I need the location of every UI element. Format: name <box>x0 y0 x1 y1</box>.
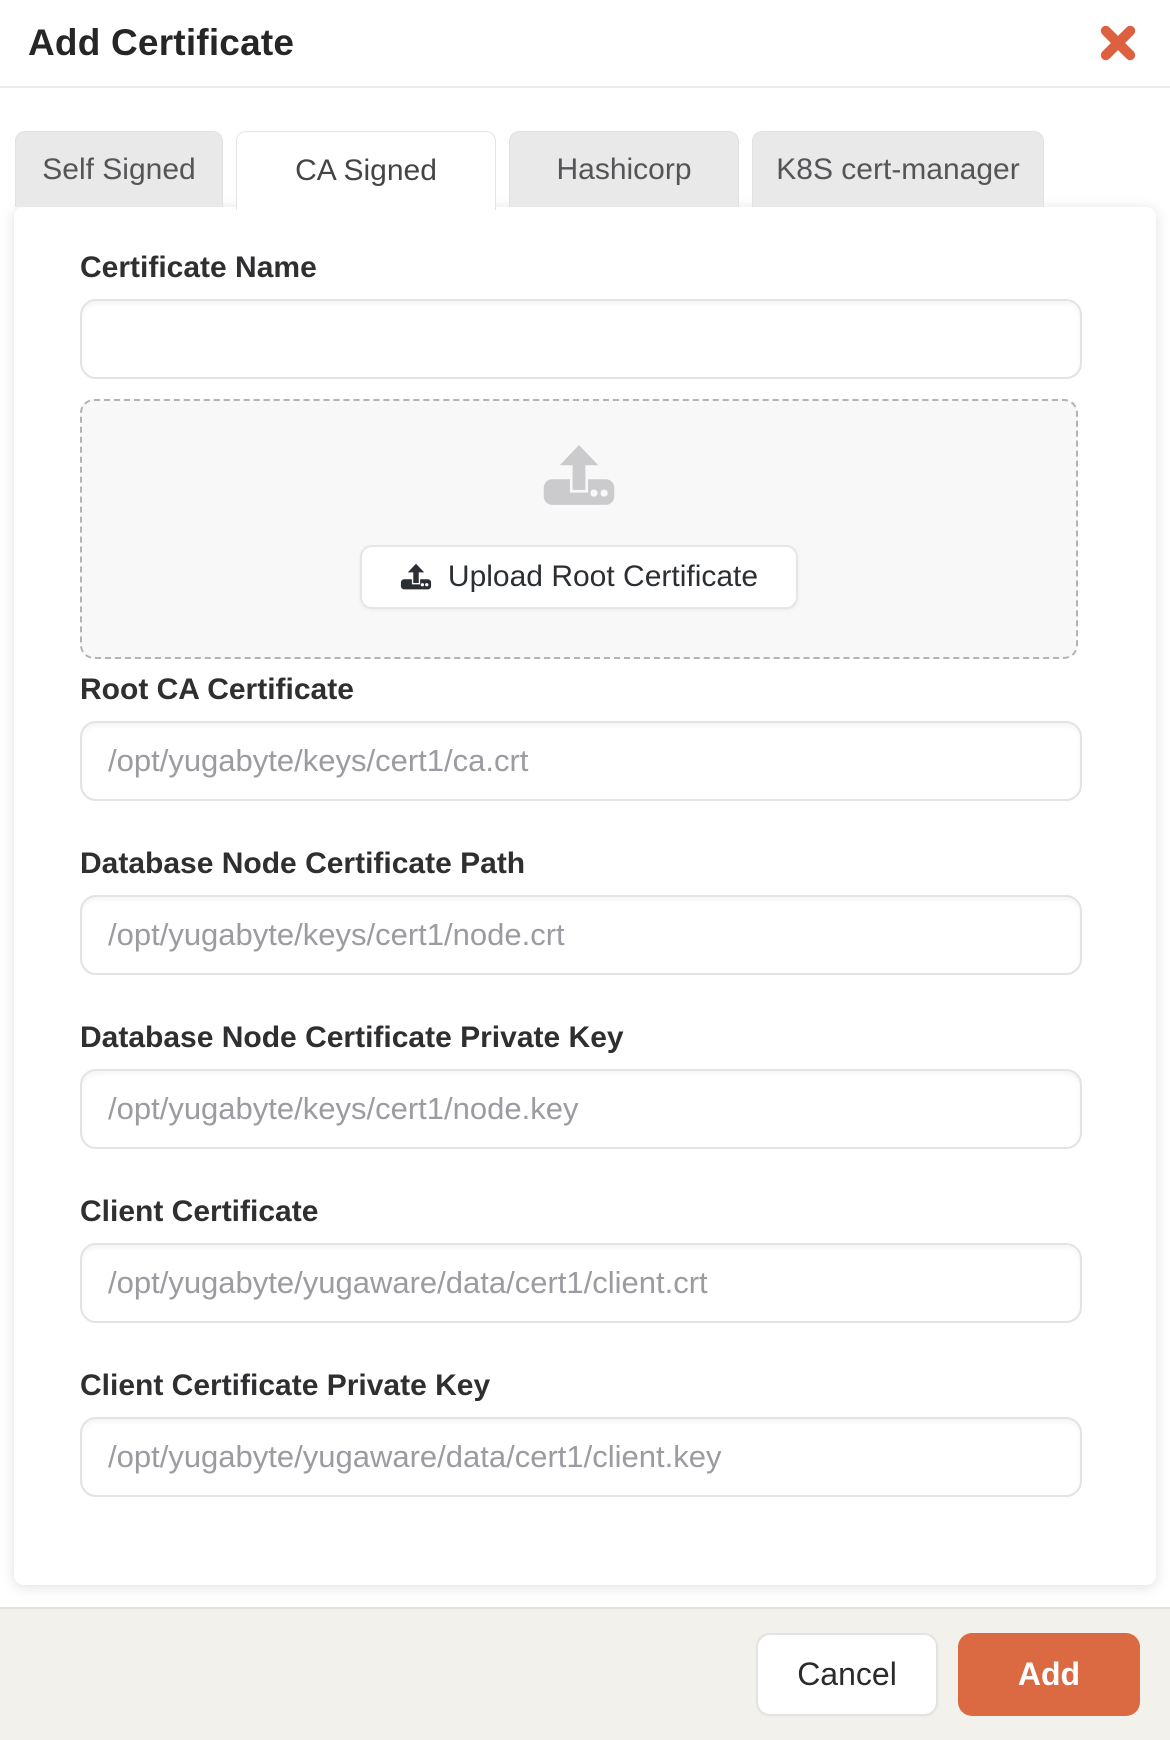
field-database-node-certificate-path: Database Node Certificate Path <box>80 847 1096 975</box>
tab-bar: Self Signed CA Signed Hashicorp K8S cert… <box>15 131 1170 210</box>
close-icon <box>1098 23 1138 63</box>
client-certificate-private-key-input[interactable] <box>80 1417 1082 1497</box>
tab-ca-signed[interactable]: CA Signed <box>236 131 496 210</box>
tab-k8s-cert-manager[interactable]: K8S cert-manager <box>752 131 1044 207</box>
certificate-name-label: Certificate Name <box>80 251 317 284</box>
upload-icon <box>400 563 432 591</box>
dialog-footer: Cancel Add <box>0 1607 1170 1740</box>
certificate-name-input[interactable] <box>80 299 1082 379</box>
field-root-ca-certificate: Root CA Certificate <box>80 673 1096 801</box>
client-certificate-input[interactable] <box>80 1243 1082 1323</box>
tab-self-signed[interactable]: Self Signed <box>15 131 223 207</box>
database-node-certificate-path-input[interactable] <box>80 895 1082 975</box>
upload-root-certificate-label: Upload Root Certificate <box>447 560 759 593</box>
dialog-title: Add Certificate <box>28 22 295 63</box>
cancel-button[interactable]: Cancel <box>756 1633 938 1716</box>
add-button[interactable]: Add <box>958 1633 1140 1716</box>
upload-root-certificate-button[interactable]: Upload Root Certificate <box>359 545 799 609</box>
database-node-certificate-private-key-label: Database Node Certificate Private Key <box>80 1021 624 1054</box>
client-certificate-label: Client Certificate <box>80 1195 319 1228</box>
tab-panel-ca-signed: Certificate Name Upload Root Certificate <box>14 207 1156 1585</box>
field-client-certificate-private-key: Client Certificate Private Key <box>80 1369 1096 1497</box>
root-ca-certificate-input[interactable] <box>80 721 1082 801</box>
upload-icon <box>541 445 617 507</box>
close-button[interactable] <box>1096 21 1140 65</box>
field-client-certificate: Client Certificate <box>80 1195 1096 1323</box>
database-node-certificate-path-label: Database Node Certificate Path <box>80 847 526 880</box>
database-node-certificate-private-key-input[interactable] <box>80 1069 1082 1149</box>
client-certificate-private-key-label: Client Certificate Private Key <box>80 1369 491 1402</box>
dialog-header: Add Certificate <box>0 0 1170 88</box>
tab-hashicorp[interactable]: Hashicorp <box>509 131 739 207</box>
root-ca-certificate-label: Root CA Certificate <box>80 673 354 706</box>
field-database-node-certificate-private-key: Database Node Certificate Private Key <box>80 1021 1096 1149</box>
root-certificate-dropzone[interactable]: Upload Root Certificate <box>80 399 1078 659</box>
